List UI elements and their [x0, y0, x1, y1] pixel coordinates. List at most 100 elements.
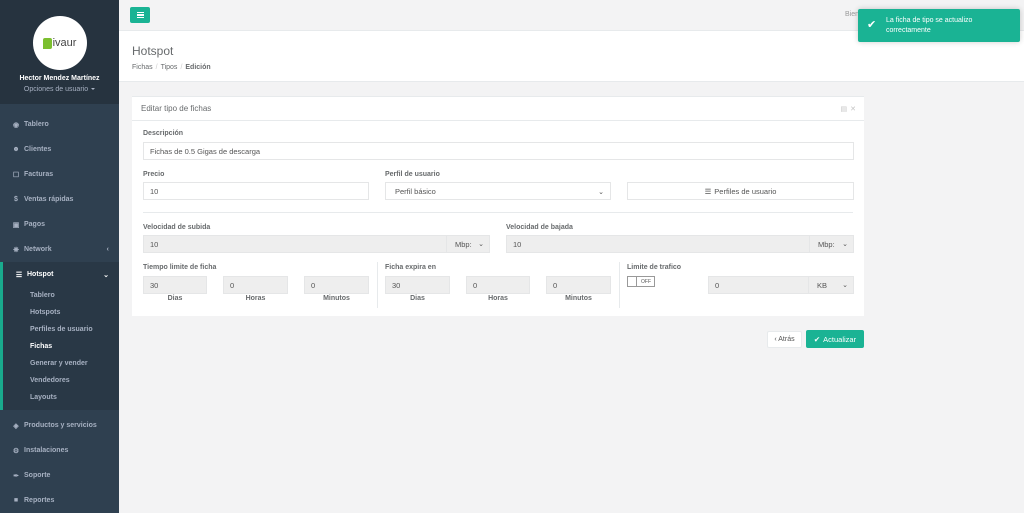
trafico-unit-select[interactable]: KB ⌄: [809, 276, 854, 294]
descripcion-input[interactable]: Fichas de 0.5 Gigas de descarga: [143, 142, 854, 160]
sidebar-group-hotspot: ☰ Hotspot ⌄ Tablero Hotspots Perfiles de u…: [0, 262, 119, 410]
divider: [619, 262, 620, 308]
money-icon: ▣: [12, 221, 20, 229]
welcome-text: Bien: [844, 11, 859, 18]
subida-label: Velocidad de subida: [143, 224, 211, 231]
dollar-icon: $: [14, 196, 18, 203]
subida-input[interactable]: 10: [143, 235, 447, 253]
descripcion-label: Descripción: [143, 130, 184, 137]
wrench-icon: ✒: [13, 472, 19, 480]
success-toast[interactable]: ✔ La ficha de tipo se actualizo correcta…: [858, 9, 1020, 42]
sidebar-item-reportes[interactable]: ■ Reportes: [0, 488, 119, 513]
user-options-dropdown[interactable]: Opciones de usuario: [0, 86, 119, 93]
chevron-down-icon: ⌄: [478, 241, 484, 248]
sidebar: ivaur Hector Mendez Martínez Opciones de…: [0, 0, 119, 513]
update-button[interactable]: ✔ Actualizar: [806, 330, 864, 348]
gears-icon: ⚙: [12, 447, 20, 455]
submenu-item-fichas[interactable]: Fichas: [3, 338, 119, 355]
sidebar-item-soporte[interactable]: ✒ Soporte: [0, 463, 119, 488]
expira-label: Ficha expira en: [385, 264, 436, 271]
sidebar-item-tablero[interactable]: ◉ Tablero: [0, 112, 119, 137]
sidebar-item-network[interactable]: ❋ Network ‹: [0, 237, 119, 262]
page-title: Hotspot: [132, 44, 174, 58]
bajada-label: Velocidad de bajada: [506, 224, 573, 231]
check-icon: ✔: [867, 19, 877, 31]
tiempo-label: Tiempo limite de ficha: [143, 264, 217, 271]
perfil-select[interactable]: Perfil básico ⌄: [385, 182, 611, 200]
breadcrumb-tipos[interactable]: Tipos: [161, 64, 178, 71]
precio-label: Precio: [143, 171, 165, 178]
chevron-down-icon: ⌄: [842, 241, 848, 248]
submenu-item-tablero[interactable]: Tablero: [3, 287, 119, 304]
sidebar-item-ventas[interactable]: $ Ventas rápidas: [0, 187, 119, 212]
sidebar-item-instalaciones[interactable]: ⚙ Instalaciones: [0, 438, 119, 463]
book-icon: ■: [13, 497, 19, 504]
divider: [377, 262, 378, 308]
breadcrumb-current: Edición: [185, 64, 211, 71]
tiempo-horas-label: Horas: [245, 295, 266, 302]
sidebar-item-hotspot[interactable]: ☰ Hotspot ⌄: [3, 262, 119, 287]
submenu-item-perfiles[interactable]: Perfiles de usuario: [3, 321, 119, 338]
breadcrumb-fichas[interactable]: Fichas: [132, 64, 153, 71]
file-icon: ☐: [12, 171, 20, 179]
save-icon[interactable]: ▤: [841, 105, 848, 113]
subida-unit-select[interactable]: Mbp: ⌄: [447, 235, 490, 253]
expira-dias-label: Dias: [410, 295, 425, 302]
list-icon: ☰: [704, 186, 712, 196]
profile-name: Hector Mendez Martínez: [19, 75, 100, 82]
bajada-unit-select[interactable]: Mbp: ⌄: [810, 235, 854, 253]
chevron-left-icon: ‹: [106, 246, 109, 253]
expira-dias-input[interactable]: 30: [385, 276, 450, 294]
trafico-toggle[interactable]: OFF: [627, 276, 655, 287]
hamburger-icon: [136, 11, 144, 13]
panel-tools: ▤ ✕: [841, 105, 857, 113]
expira-minutos-input[interactable]: 0: [546, 276, 611, 294]
caret-down-icon: [91, 88, 96, 91]
profile-block: ivaur Hector Mendez Martínez Opciones de…: [0, 0, 119, 104]
sidebar-nav: ◉ Tablero ☻ Clientes ☐ Facturas $ Ventas ráp…: [0, 112, 119, 513]
tiempo-minutos-input[interactable]: 0: [304, 276, 369, 294]
submenu-item-hotspots[interactable]: Hotspots: [3, 304, 119, 321]
chevron-down-icon: ⌄: [598, 189, 604, 196]
bajada-input[interactable]: 10: [506, 235, 810, 253]
submenu-item-generar[interactable]: Generar y vender: [3, 355, 119, 372]
dashboard-icon: ◉: [12, 121, 20, 129]
toast-message: La ficha de tipo se actualizo correctame…: [886, 17, 973, 34]
sidebar-item-clientes[interactable]: ☻ Clientes: [0, 137, 119, 162]
avatar[interactable]: ivaur: [32, 16, 87, 70]
divider: [143, 212, 853, 213]
expira-minutos-label: Minutos: [565, 295, 592, 302]
brand-logo: ivaur: [42, 37, 76, 49]
perfil-label: Perfil de usuario: [385, 171, 440, 178]
menu-toggle-button[interactable]: [130, 7, 150, 23]
perfiles-usuario-button[interactable]: ☰ Perfiles de usuario: [627, 182, 854, 200]
back-button[interactable]: ‹ Atrás: [767, 331, 802, 348]
tag-icon: ◈: [13, 422, 19, 430]
expira-horas-input[interactable]: 0: [466, 276, 530, 294]
sidebar-item-facturas[interactable]: ☐ Facturas: [0, 162, 119, 187]
wifi-icon: ☰: [15, 271, 23, 279]
expira-horas-label: Horas: [488, 295, 508, 302]
tiempo-horas-input[interactable]: 0: [223, 276, 288, 294]
tiempo-dias-label: Dias: [167, 295, 183, 302]
network-icon: ❋: [13, 246, 19, 254]
hamburger-icon-line: [136, 14, 144, 16]
tiempo-dias-input[interactable]: 30: [143, 276, 207, 294]
submenu-item-vendedores[interactable]: Vendedores: [3, 372, 119, 389]
close-icon[interactable]: ✕: [850, 105, 856, 113]
precio-input[interactable]: 10: [143, 182, 369, 200]
hamburger-icon-line: [136, 17, 144, 19]
chevron-down-icon: ⌄: [842, 282, 848, 289]
submenu-item-layouts[interactable]: Layouts: [3, 389, 119, 406]
tiempo-minutos-label: Minutos: [323, 295, 350, 302]
trafico-label: Limite de trafico: [627, 264, 682, 271]
sidebar-item-pagos[interactable]: ▣ Pagos: [0, 212, 119, 237]
sidebar-item-productos[interactable]: ◈ Productos y servicios: [0, 413, 119, 438]
edit-panel: Editar tipo de fichas ▤ ✕ Descripción Fi…: [132, 96, 864, 316]
breadcrumb: Fichas / Tipos / Edición: [132, 64, 211, 71]
logo-mark-icon: [42, 37, 52, 49]
toggle-knob: [628, 277, 637, 286]
trafico-input[interactable]: 0: [708, 276, 809, 294]
users-icon: ☻: [12, 146, 20, 153]
chevron-down-icon: ⌄: [103, 271, 109, 279]
